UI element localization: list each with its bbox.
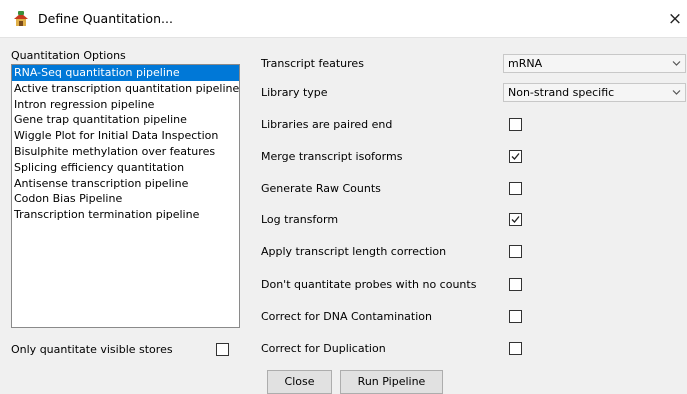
- dna-contamination-checkbox[interactable]: [509, 310, 522, 323]
- close-button[interactable]: Close: [267, 370, 332, 394]
- chevron-down-icon: [672, 61, 681, 66]
- close-window-button[interactable]: ×: [663, 8, 687, 30]
- library-type-value: Non-strand specific: [508, 86, 615, 99]
- list-item-selected[interactable]: RNA-Seq quantitation pipeline: [12, 65, 239, 81]
- seqmonk-icon: [14, 11, 28, 26]
- only-visible-stores-label: Only quantitate visible stores: [11, 343, 173, 356]
- checkmark-icon: [511, 153, 520, 160]
- list-item[interactable]: Splicing efficiency quantitation: [12, 160, 239, 176]
- paired-end-checkbox[interactable]: [509, 118, 522, 131]
- quantitation-options-list[interactable]: RNA-Seq quantitation pipeline Active tra…: [11, 64, 240, 328]
- no-counts-checkbox[interactable]: [509, 278, 522, 291]
- transcript-features-label: Transcript features: [261, 57, 364, 70]
- log-transform-checkbox[interactable]: [509, 213, 522, 226]
- duplication-label: Correct for Duplication: [261, 342, 386, 355]
- log-transform-label: Log transform: [261, 213, 339, 226]
- window-title: Define Quantitation...: [38, 11, 173, 26]
- merge-isoforms-checkbox[interactable]: [509, 150, 522, 163]
- length-correction-checkbox[interactable]: [509, 245, 522, 258]
- checkmark-icon: [511, 216, 520, 223]
- list-item[interactable]: Intron regression pipeline: [12, 97, 239, 113]
- list-item[interactable]: Wiggle Plot for Initial Data Inspection: [12, 128, 239, 144]
- list-item[interactable]: Codon Bias Pipeline: [12, 191, 239, 207]
- library-type-select[interactable]: Non-strand specific: [503, 83, 686, 102]
- list-item[interactable]: Bisulphite methylation over features: [12, 144, 239, 160]
- length-correction-label: Apply transcript length correction: [261, 245, 447, 258]
- no-counts-label: Don't quantitate probes with no counts: [261, 278, 477, 291]
- options-heading: Quantitation Options: [11, 49, 126, 62]
- run-pipeline-button[interactable]: Run Pipeline: [340, 370, 443, 394]
- duplication-checkbox[interactable]: [509, 342, 522, 355]
- transcript-features-value: mRNA: [508, 57, 543, 70]
- list-item[interactable]: Transcription termination pipeline: [12, 207, 239, 223]
- raw-counts-label: Generate Raw Counts: [261, 182, 381, 195]
- raw-counts-checkbox[interactable]: [509, 182, 522, 195]
- title-bar: Define Quantitation... ×: [0, 0, 687, 38]
- chevron-down-icon: [672, 90, 681, 95]
- merge-isoforms-label: Merge transcript isoforms: [261, 150, 403, 163]
- dna-contamination-label: Correct for DNA Contamination: [261, 310, 432, 323]
- list-item[interactable]: Antisense transcription pipeline: [12, 176, 239, 192]
- paired-end-label: Libraries are paired end: [261, 118, 393, 131]
- list-item[interactable]: Gene trap quantitation pipeline: [12, 112, 239, 128]
- transcript-features-select[interactable]: mRNA: [503, 54, 686, 73]
- library-type-label: Library type: [261, 86, 328, 99]
- only-visible-stores-checkbox[interactable]: [216, 343, 229, 356]
- list-item[interactable]: Active transcription quantitation pipeli…: [12, 81, 239, 97]
